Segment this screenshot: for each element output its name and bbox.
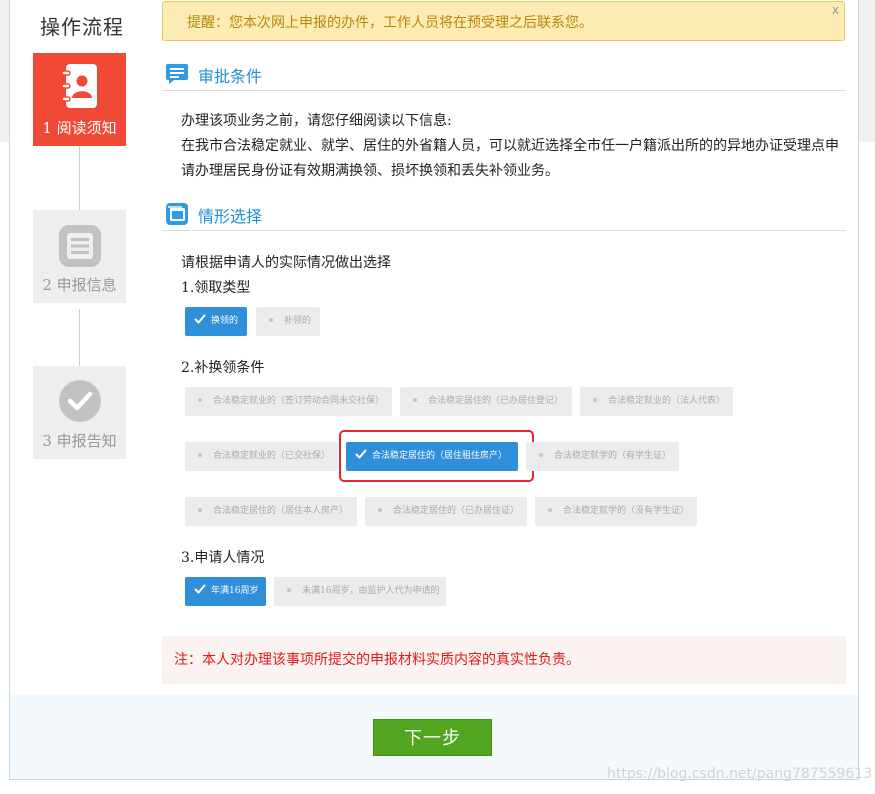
watermark: https://blog.csdn.net/pang787559613 — [607, 766, 873, 782]
option-label: 合法稳定就业的（已交社保） — [213, 451, 331, 461]
option-label: 合法稳定就业的（签订劳动合同未交社保） — [213, 396, 385, 406]
option-label: 年满16周岁 — [211, 586, 259, 596]
option-label: 合法稳定就业的（法人代表） — [608, 396, 726, 406]
step-label: 2 申报信息 — [42, 276, 117, 294]
check-icon — [194, 584, 206, 593]
situation-section-title: 情形选择 — [198, 207, 263, 226]
step-connector — [79, 309, 80, 366]
step-connector — [79, 146, 80, 210]
option-student-without-card[interactable]: 合法稳定就学的（没有学生证） — [535, 497, 697, 526]
selection-highlight-box — [339, 430, 534, 482]
option-label: 合法稳定居住的（已办居住登记） — [428, 396, 564, 406]
approval-section-title: 审批条件 — [198, 67, 263, 86]
radio-dot-icon — [198, 452, 202, 457]
close-icon[interactable]: x — [832, 3, 839, 17]
radio-dot-icon — [287, 587, 291, 592]
step-fill-info[interactable]: 2 申报信息 — [33, 210, 126, 303]
option-employed-insured[interactable]: 合法稳定就业的（已交社保） — [185, 442, 338, 471]
reminder-text: 提醒：您本次网上申报的办件，工作人员将在预受理之后联系您。 — [187, 15, 593, 31]
option-label: 合法稳定就学的（有学生证） — [554, 451, 672, 461]
option-employed-legal-rep[interactable]: 合法稳定就业的（法人代表） — [580, 387, 733, 416]
check-icon — [194, 314, 206, 323]
situation-section-header: 情形选择 — [162, 200, 846, 231]
next-step-button[interactable]: 下一步 — [373, 719, 492, 756]
option-under-16-guardian[interactable]: 未满16周岁，由监护人代为申请的 — [274, 577, 446, 606]
situation-prompt: 请根据申请人的实际情况做出选择 — [181, 255, 391, 271]
radio-dot-icon — [198, 397, 202, 402]
option-label: 合法稳定居住的（已办居住证） — [393, 506, 520, 516]
step-submit-notice[interactable]: 3 申报告知 — [33, 366, 126, 459]
option-label: 合法稳定就学的（没有学生证） — [563, 506, 690, 516]
approval-intro: 办理该项业务之前，请您仔细阅读以下信息: — [181, 113, 452, 129]
step-label: 1 阅读须知 — [42, 119, 117, 137]
question-conditions: 2.补换领条件 — [181, 360, 265, 376]
option-label: 合法稳定居住的（居住本人房产） — [213, 506, 349, 516]
option-over-16[interactable]: 年满16周岁 — [185, 577, 266, 606]
option-label: 换领的 — [211, 316, 239, 326]
radio-dot-icon — [269, 317, 273, 322]
approval-body: 在我市合法稳定就业、就学、居住的外省籍人员，可以就近选择全市任一户籍派出所的的异… — [181, 138, 839, 179]
reminder-notice: 提醒：您本次网上申报的办件，工作人员将在预受理之后联系您。 x — [162, 1, 845, 41]
option-label: 补领的 — [284, 316, 312, 326]
question-pickup-type: 1.领取类型 — [181, 280, 251, 296]
option-student-with-card[interactable]: 合法稳定就学的（有学生证） — [526, 442, 679, 471]
document-list-icon — [59, 225, 101, 267]
speech-bubble-icon — [166, 64, 188, 84]
responsibility-warning: 注：本人对办理该事项所提交的申报材料实质内容的真实性负责。 — [162, 636, 846, 684]
checkmark-circle-icon — [59, 380, 101, 422]
window-layers-icon — [166, 203, 188, 225]
step-read-notice[interactable]: 1 阅读须知 — [33, 53, 126, 146]
option-employed-contract[interactable]: 合法稳定就业的（签订劳动合同未交社保） — [185, 387, 392, 416]
radio-dot-icon — [378, 507, 382, 512]
sidebar-title: 操作流程 — [40, 15, 124, 39]
option-reissue[interactable]: 补领的 — [256, 307, 320, 336]
radio-dot-icon — [593, 397, 597, 402]
option-resident-permit[interactable]: 合法稳定居住的（已办居住证） — [365, 497, 527, 526]
contacts-book-icon — [61, 64, 97, 108]
option-resident-own-property[interactable]: 合法稳定居住的（居住本人房产） — [185, 497, 357, 526]
option-resident-registered[interactable]: 合法稳定居住的（已办居住登记） — [400, 387, 572, 416]
option-exchange[interactable]: 换领的 — [185, 307, 247, 336]
question-applicant: 3.申请人情况 — [181, 550, 265, 566]
radio-dot-icon — [539, 452, 543, 457]
approval-section-header: 审批条件 — [162, 60, 846, 91]
option-label: 未满16周岁，由监护人代为申请的 — [302, 586, 440, 596]
step-label: 3 申报告知 — [42, 432, 117, 450]
radio-dot-icon — [413, 397, 417, 402]
radio-dot-icon — [198, 507, 202, 512]
radio-dot-icon — [548, 507, 552, 512]
